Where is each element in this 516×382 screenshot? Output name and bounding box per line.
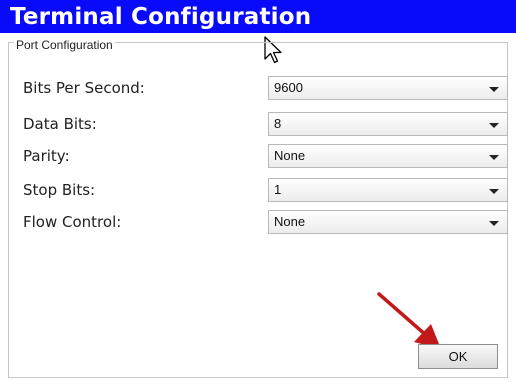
data-bits-label: Data Bits: — [23, 115, 97, 133]
stop-bits-label: Stop Bits: — [23, 181, 96, 199]
group-legend: Port Configuration — [14, 38, 115, 52]
flow-control-select[interactable]: None — [268, 210, 508, 234]
parity-label: Parity: — [23, 147, 70, 165]
parity-select[interactable]: None — [268, 144, 508, 168]
chevron-down-icon[interactable] — [489, 155, 499, 160]
chevron-down-icon[interactable] — [489, 189, 499, 194]
parity-value: None — [274, 148, 306, 163]
stop-bits-select[interactable]: 1 — [268, 178, 508, 202]
flow-control-label: Flow Control: — [23, 213, 122, 231]
bits-per-second-select[interactable]: 9600 — [268, 76, 508, 100]
chevron-down-icon[interactable] — [489, 221, 499, 226]
flow-control-value: None — [274, 214, 306, 229]
data-bits-select[interactable]: 8 — [268, 112, 508, 136]
annotation-arrow-icon — [377, 292, 441, 349]
bits-per-second-label: Bits Per Second: — [23, 79, 145, 97]
chevron-down-icon[interactable] — [489, 87, 499, 92]
data-bits-value: 8 — [274, 116, 282, 131]
ok-button[interactable]: OK — [418, 344, 498, 369]
window-title: Terminal Configuration — [10, 4, 312, 30]
stop-bits-value: 1 — [274, 182, 282, 197]
bits-per-second-value: 9600 — [274, 80, 303, 95]
chevron-down-icon[interactable] — [489, 123, 499, 128]
title-bar: Terminal Configuration — [0, 0, 516, 33]
